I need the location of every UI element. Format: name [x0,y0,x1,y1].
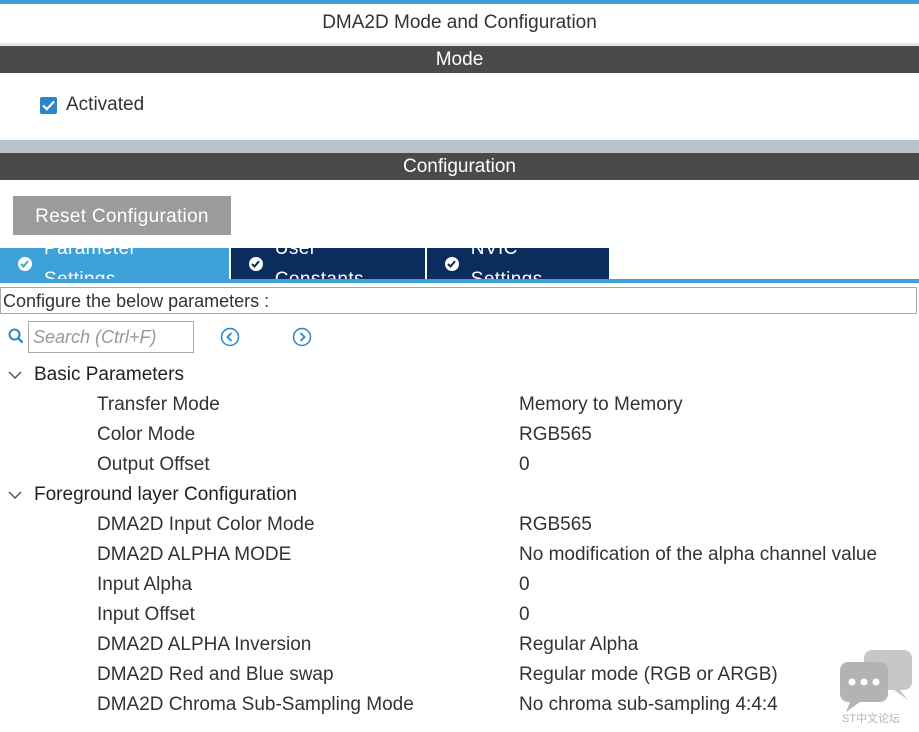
param-row-chroma-sub-sampling[interactable]: DMA2D Chroma Sub-Sampling Mode No chroma… [0,690,919,720]
configuration-header: Configuration [0,153,919,180]
panel-splitter[interactable] [0,140,919,153]
param-name: Transfer Mode [97,394,220,415]
search-icon[interactable] [8,328,24,349]
watermark-text: ST中文论坛 [842,713,901,725]
group-title: Foreground layer Configuration [34,484,297,505]
next-match-icon[interactable] [292,327,312,347]
config-tabs: Parameter Settings User Constants NVIC S… [0,238,611,290]
tab-label: Parameter Settings [43,237,137,290]
param-value[interactable]: Regular mode (RGB or ARGB) [519,664,778,686]
mode-header: Mode [0,46,919,73]
param-row-alpha-mode[interactable]: DMA2D ALPHA MODE No modification of the … [0,540,919,570]
check-circle-icon [18,256,32,271]
param-name: Color Mode [97,424,196,445]
param-value[interactable]: RGB565 [519,514,592,536]
search-input[interactable] [28,321,194,353]
tab-underline [0,279,919,283]
param-row-alpha-inversion[interactable]: DMA2D ALPHA Inversion Regular Alpha [0,630,919,660]
param-row-transfer-mode[interactable]: Transfer Mode Memory to Memory [0,390,919,420]
param-value[interactable]: 0 [519,454,530,476]
param-row-color-mode[interactable]: Color Mode RGB565 [0,420,919,450]
param-name: Input Alpha [97,574,193,595]
activated-label: Activated [66,94,145,115]
param-row-input-color-mode[interactable]: DMA2D Input Color Mode RGB565 [0,510,919,540]
group-title: Basic Parameters [34,364,184,385]
activated-checkbox[interactable] [40,96,57,114]
param-name: Input Offset [97,604,195,625]
param-value[interactable]: Regular Alpha [519,634,638,656]
tab-label: NVIC Settings [470,237,542,290]
check-circle-icon [249,256,263,271]
previous-match-icon[interactable] [220,327,240,347]
chevron-down-icon[interactable] [8,490,22,500]
param-value[interactable]: Memory to Memory [519,394,683,416]
parameter-tree: Basic Parameters Transfer Mode Memory to… [0,360,919,720]
check-circle-icon [445,256,459,271]
param-value[interactable]: No modification of the alpha channel val… [519,544,877,566]
page-title: DMA2D Mode and Configuration [322,12,597,33]
group-foreground-layer-configuration[interactable]: Foreground layer Configuration [0,480,919,510]
param-row-input-alpha[interactable]: Input Alpha 0 [0,570,919,600]
param-name: DMA2D Red and Blue swap [97,664,334,685]
param-value[interactable]: 0 [519,604,530,626]
chevron-down-icon[interactable] [8,370,22,380]
param-value[interactable]: 0 [519,574,530,596]
tab-parameter-settings[interactable]: Parameter Settings [0,238,229,290]
window-top-accent [0,0,919,4]
param-value[interactable]: RGB565 [519,424,592,446]
checkmark-icon [42,100,55,111]
group-basic-parameters[interactable]: Basic Parameters [0,360,919,390]
param-name: DMA2D Input Color Mode [97,514,315,535]
param-row-red-blue-swap[interactable]: DMA2D Red and Blue swap Regular mode (RG… [0,660,919,690]
reset-configuration-button[interactable]: Reset Configuration [13,196,231,235]
param-row-output-offset[interactable]: Output Offset 0 [0,450,919,480]
instructions-text: Configure the below parameters : [0,287,917,314]
param-value[interactable]: No chroma sub-sampling 4:4:4 [519,694,778,716]
param-name: DMA2D ALPHA MODE [97,544,292,565]
activated-checkbox-row[interactable]: Activated [40,94,144,116]
tab-nvic-settings[interactable]: NVIC Settings [427,238,609,290]
param-name: DMA2D ALPHA Inversion [97,634,312,655]
tab-user-constants[interactable]: User Constants [231,238,425,290]
param-row-input-offset[interactable]: Input Offset 0 [0,600,919,630]
param-name: Output Offset [97,454,210,475]
tab-label: User Constants [274,237,364,290]
param-name: DMA2D Chroma Sub-Sampling Mode [97,694,414,715]
